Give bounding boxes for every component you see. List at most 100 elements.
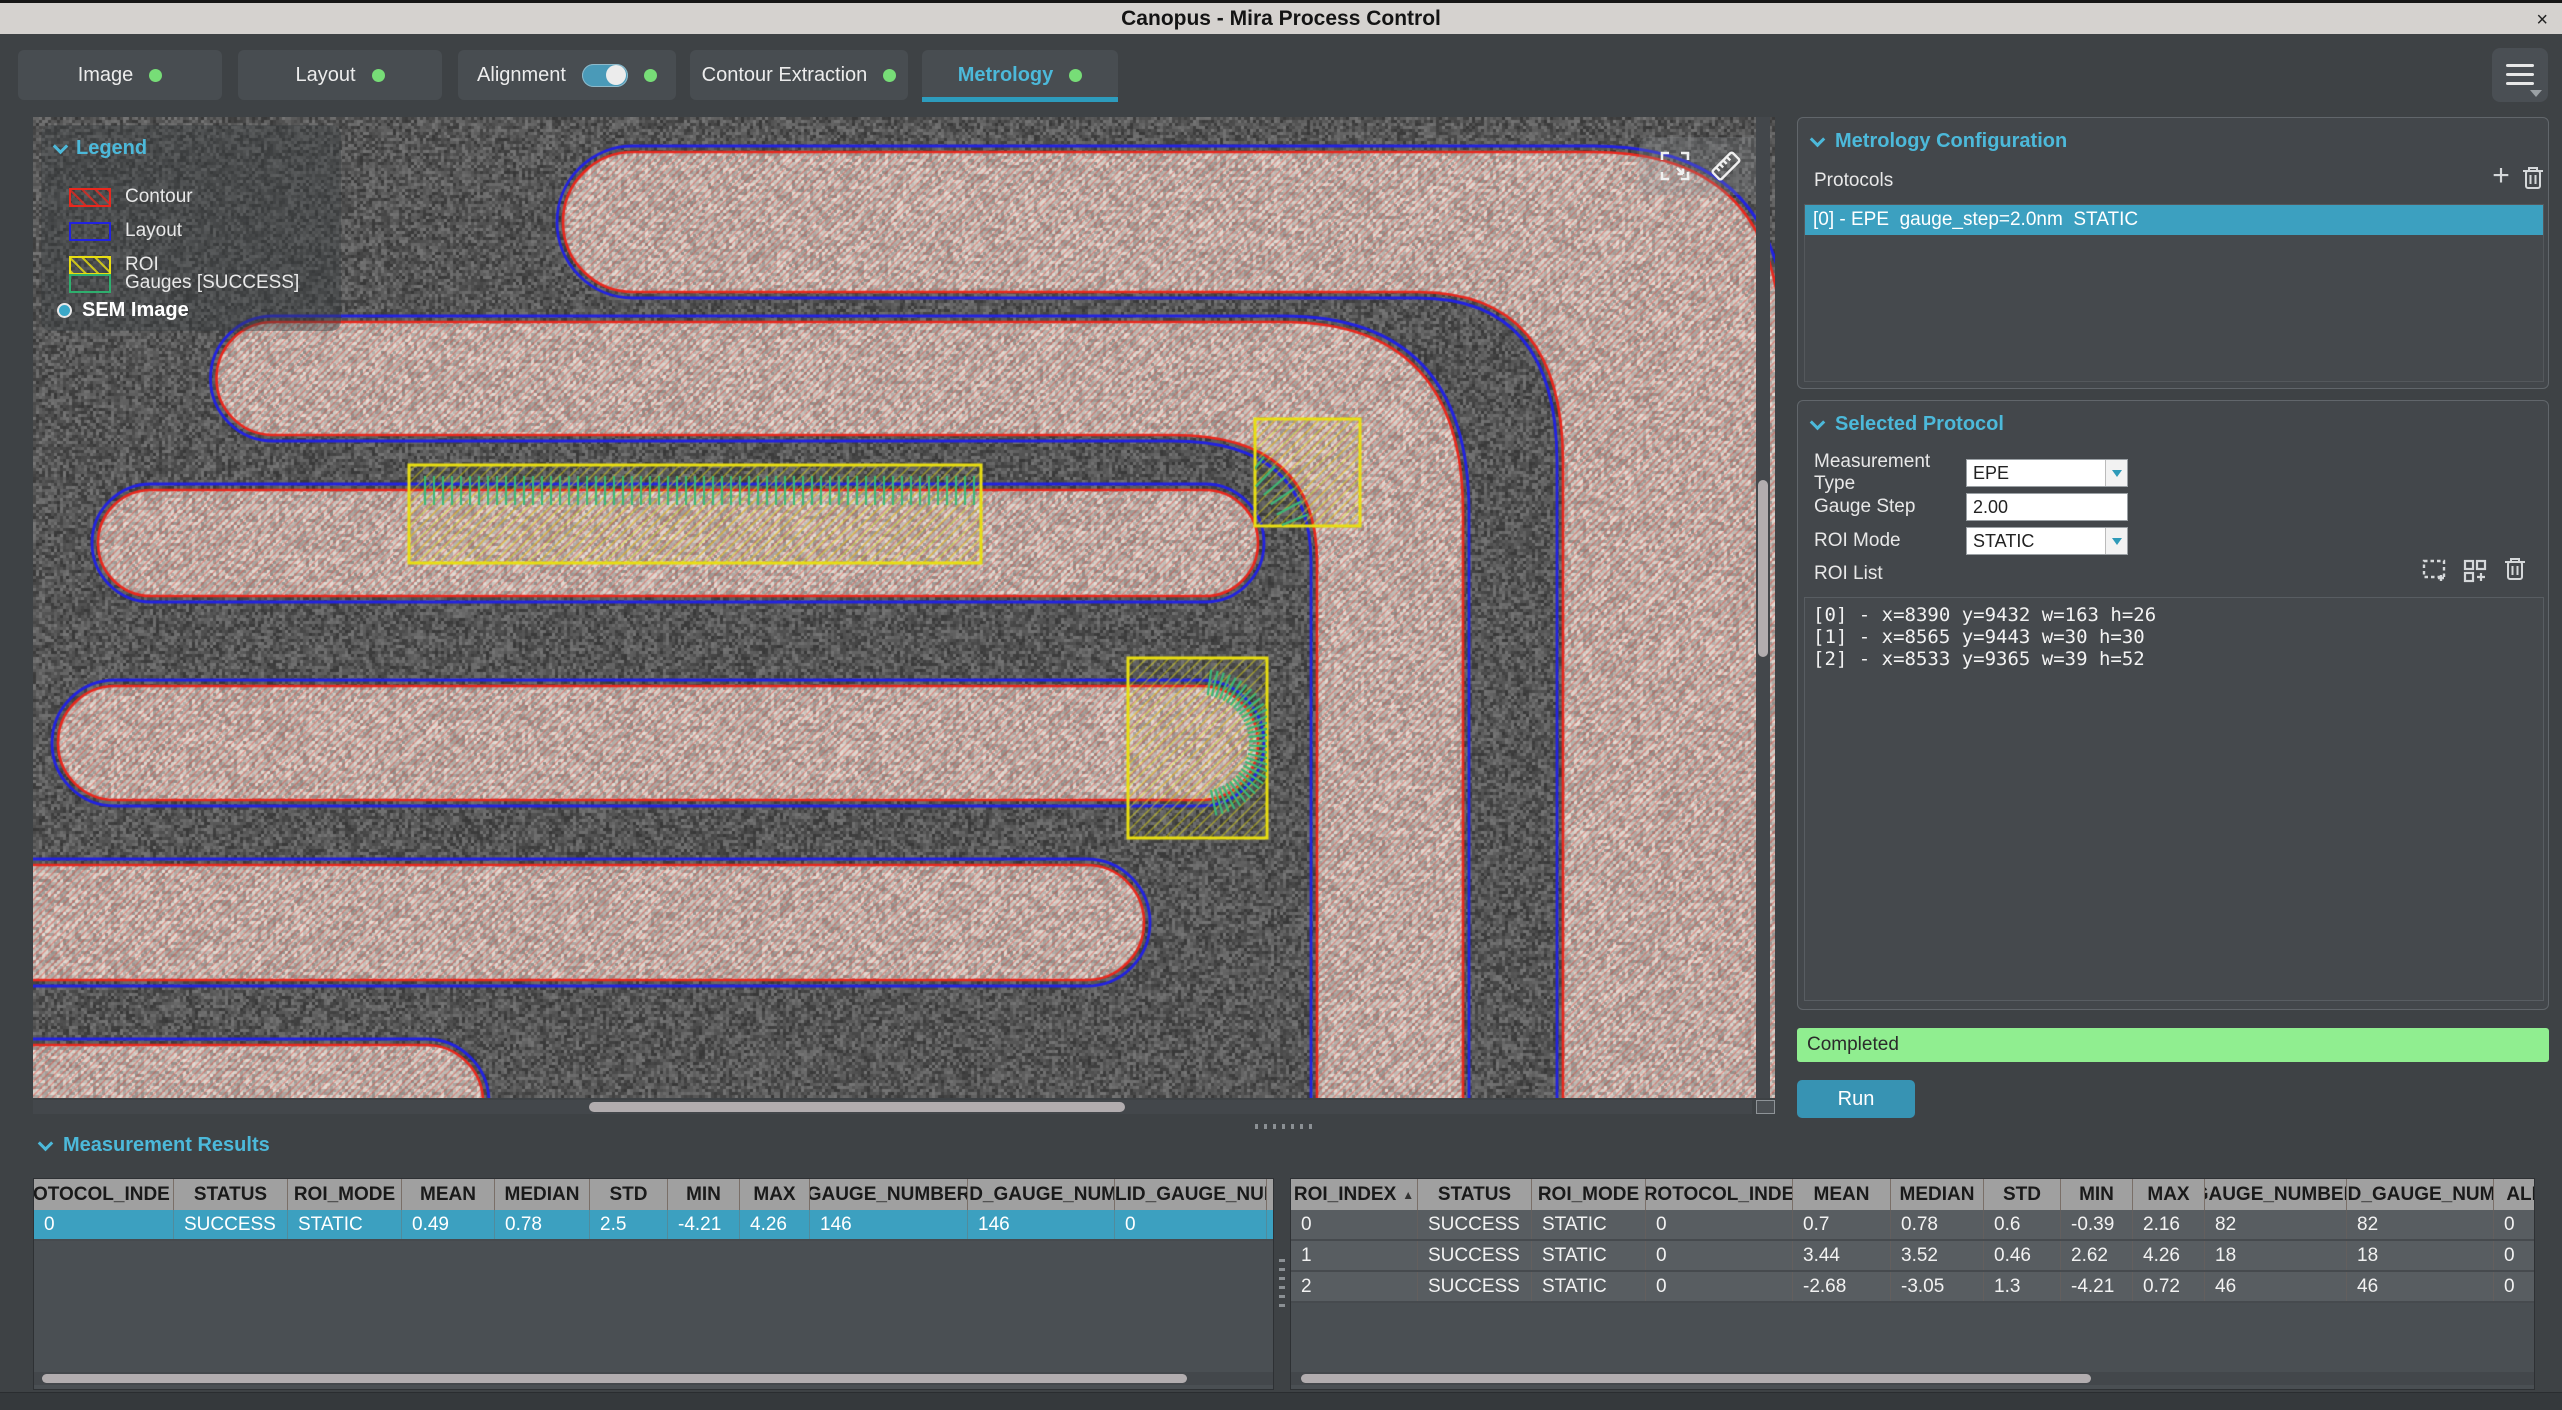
- result-cell: 2.5: [590, 1210, 668, 1239]
- protocol-results-table: ROTOCOL_INDE▲STATUSROI_MODEMEANMEDIANSTD…: [33, 1178, 1274, 1390]
- protocols-label: Protocols: [1814, 170, 1893, 192]
- column-header[interactable]: GAUGE_NUMBER: [810, 1179, 968, 1210]
- result-cell: SUCCESS: [174, 1210, 288, 1239]
- column-header[interactable]: MIN: [2061, 1179, 2133, 1210]
- protocol-table-scrollbar[interactable]: [34, 1372, 1273, 1385]
- protocol-table-scrollbar-thumb[interactable]: [42, 1374, 1187, 1383]
- gauge-step-input[interactable]: [1966, 493, 2128, 521]
- table-splitter-handle[interactable]: [1279, 1255, 1285, 1307]
- column-header[interactable]: ROI_MODE: [1532, 1179, 1646, 1210]
- metrology-configuration-header[interactable]: Metrology Configuration: [1812, 130, 2067, 153]
- status-dot: [883, 69, 896, 82]
- result-row[interactable]: 1 SUCCESS STATIC 0 3.44 3.52 0.46 2.62 4.26 18 18 0: [1291, 1241, 2534, 1272]
- roi-list[interactable]: [0] - x=8390 y=9432 w=163 h=26 [1] - x=8…: [1804, 597, 2544, 1001]
- tab-alignment[interactable]: Alignment: [458, 50, 676, 100]
- column-header[interactable]: ROI_MODE: [288, 1179, 402, 1210]
- result-cell: 0: [1115, 1210, 1267, 1239]
- tab-layout[interactable]: Layout: [238, 50, 442, 100]
- result-cell: 4.26: [2133, 1241, 2205, 1270]
- measurement-results-header[interactable]: Measurement Results: [40, 1134, 270, 1157]
- window-bottom-edge: [0, 1392, 2562, 1410]
- measurement-type-row: Measurement Type EPE: [1814, 459, 2128, 487]
- roi-list-entry[interactable]: [0] - x=8390 y=9432 w=163 h=26: [1813, 604, 2535, 626]
- chevron-down-icon[interactable]: [2105, 460, 2127, 486]
- column-header[interactable]: MIN: [668, 1179, 740, 1210]
- add-protocol-icon[interactable]: +: [2486, 162, 2516, 192]
- column-header[interactable]: MAX: [2133, 1179, 2205, 1210]
- column-header[interactable]: GAUGE_NUMBER: [2205, 1179, 2347, 1210]
- result-cell: -0.39: [2061, 1210, 2133, 1239]
- column-header[interactable]: MEAN: [1793, 1179, 1891, 1210]
- metrology-configuration-card: Metrology Configuration Protocols + [0] …: [1797, 117, 2549, 389]
- result-cell: SUCCESS: [1418, 1210, 1532, 1239]
- column-header[interactable]: LID_GAUGE_NUMB: [2347, 1179, 2494, 1210]
- column-header[interactable]: MEDIAN: [495, 1179, 590, 1210]
- result-cell: 0: [1646, 1241, 1793, 1270]
- active-tab-underline: [922, 97, 1118, 102]
- tab-image[interactable]: Image: [18, 50, 222, 100]
- chevron-down-icon[interactable]: [2105, 528, 2127, 554]
- toggle-knob: [606, 65, 626, 85]
- result-cell: 146: [968, 1210, 1115, 1239]
- protocol-list-item[interactable]: [0] - EPE gauge_step=2.0nm STATIC: [1805, 205, 2543, 235]
- title-bar[interactable]: Canopus - Mira Process Control ×: [0, 0, 2562, 34]
- tab-metrology[interactable]: Metrology: [922, 50, 1118, 100]
- table-header-row: ROTOCOL_INDE▲STATUSROI_MODEMEANMEDIANSTD…: [34, 1179, 1273, 1210]
- delete-roi-icon[interactable]: [2502, 555, 2532, 585]
- protocol-list: [0] - EPE gauge_step=2.0nm STATIC: [1804, 204, 2544, 382]
- column-header[interactable]: ALID_GAUGE_NUM: [1115, 1179, 1267, 1210]
- column-header[interactable]: ALID: [2494, 1179, 2535, 1210]
- roi-table-scrollbar[interactable]: [1291, 1372, 2534, 1385]
- result-cell: 0.78: [1891, 1210, 1984, 1239]
- ruler-icon[interactable]: [1708, 148, 1744, 184]
- legend-header[interactable]: Legend: [55, 137, 147, 160]
- column-header[interactable]: ROI_INDEX ▲: [1291, 1179, 1418, 1210]
- result-row[interactable]: 0 SUCCESS STATIC 0.49 0.78 2.5 -4.21 4.26 146 146…: [34, 1210, 1273, 1241]
- splitter-handle[interactable]: [1255, 1124, 1315, 1129]
- result-row[interactable]: 2 SUCCESS STATIC 0 -2.68 -3.05 1.3 -4.21 0.72 46 4…: [1291, 1272, 2534, 1303]
- alignment-toggle[interactable]: [582, 64, 628, 87]
- chevron-down-icon: [1810, 131, 1826, 147]
- roi-list-entry[interactable]: [1] - x=8565 y=9443 w=30 h=30: [1813, 626, 2535, 648]
- column-header[interactable]: STD: [1984, 1179, 2061, 1210]
- delete-protocol-icon[interactable]: [2520, 164, 2550, 194]
- legend-item-contour: Contour: [69, 185, 193, 209]
- roi-list-entry[interactable]: [2] - x=8533 y=9365 w=39 h=52: [1813, 648, 2535, 670]
- column-header[interactable]: PROTOCOL_INDEX: [1646, 1179, 1793, 1210]
- result-row[interactable]: 0 SUCCESS STATIC 0 0.7 0.78 0.6 -0.39 2.16 82 82 0: [1291, 1210, 2534, 1241]
- column-header[interactable]: STATUS: [174, 1179, 288, 1210]
- result-cell: 0: [2494, 1272, 2535, 1301]
- add-roi-icon[interactable]: [2420, 555, 2450, 585]
- tab-layout-label: Layout: [295, 64, 355, 87]
- close-icon[interactable]: ×: [2536, 7, 2548, 33]
- column-header[interactable]: MEDIAN: [1891, 1179, 1984, 1210]
- column-header[interactable]: STATUS: [1418, 1179, 1532, 1210]
- contour-swatch: [69, 188, 111, 207]
- column-header[interactable]: LID_GAUGE_NUME: [968, 1179, 1115, 1210]
- status-dot: [372, 69, 385, 82]
- result-cell: 18: [2205, 1241, 2347, 1270]
- vertical-scrollbar-thumb[interactable]: [1758, 480, 1768, 657]
- roi-table-scrollbar-thumb[interactable]: [1301, 1374, 2091, 1383]
- result-cell: 0.72: [2133, 1272, 2205, 1301]
- result-cell: SUCCESS: [1418, 1272, 1532, 1301]
- roi-mode-select[interactable]: STATIC: [1966, 527, 2128, 555]
- column-header[interactable]: MEAN: [402, 1179, 495, 1210]
- add-roi-grid-icon[interactable]: [2460, 555, 2490, 585]
- result-cell: 0.6: [1984, 1210, 2061, 1239]
- horizontal-scrollbar[interactable]: [33, 1100, 1752, 1114]
- horizontal-scrollbar-thumb[interactable]: [589, 1102, 1125, 1112]
- sem-image-layer-radio[interactable]: SEM Image: [57, 299, 189, 322]
- tab-contour-extraction[interactable]: Contour Extraction: [690, 50, 908, 100]
- roi-mode-row: ROI Mode STATIC: [1814, 527, 2128, 555]
- menu-icon[interactable]: [2492, 48, 2548, 102]
- vertical-scrollbar[interactable]: [1756, 117, 1770, 1098]
- column-header[interactable]: ROTOCOL_INDE▲: [34, 1179, 174, 1210]
- column-header[interactable]: MAX: [740, 1179, 810, 1210]
- column-header[interactable]: A: [1267, 1179, 1274, 1210]
- fit-view-icon[interactable]: [1658, 149, 1692, 183]
- measurement-type-select[interactable]: EPE: [1966, 459, 2128, 487]
- selected-protocol-header[interactable]: Selected Protocol: [1812, 413, 2004, 436]
- run-button[interactable]: Run: [1797, 1080, 1915, 1118]
- column-header[interactable]: STD: [590, 1179, 668, 1210]
